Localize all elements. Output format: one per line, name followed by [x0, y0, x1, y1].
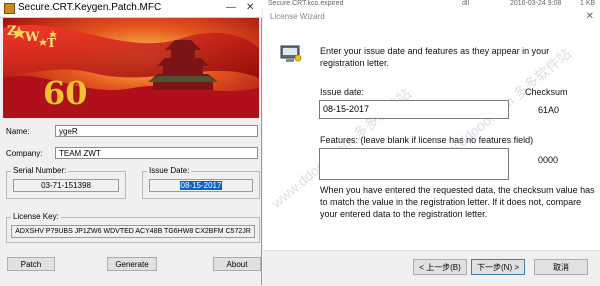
license-wizard-window: License Wizard ✕ www.ddooo.com 多多软件站 www…	[263, 8, 600, 286]
about-button[interactable]: About	[213, 257, 261, 271]
license-key-group: License Key: ADXSHV P79UBS JP1ZW6 WDVTED…	[6, 212, 260, 243]
checksum-value-features: 0000	[538, 155, 559, 165]
next-button[interactable]: 下一步(N) >	[471, 259, 525, 275]
generate-button[interactable]: Generate	[107, 257, 157, 271]
keygen-banner: Z W T 60	[3, 18, 259, 118]
issue-date-group: Issue Date: 08-15-2017	[142, 166, 260, 199]
company-label: Company:	[6, 149, 43, 158]
license-key-field[interactable]: ADXSHV P79UBS JP1ZW6 WDVTED ACY48B TG6HW…	[11, 225, 255, 238]
issue-date-field[interactable]: 08-15-2017	[149, 179, 253, 192]
banner-artwork	[3, 18, 259, 118]
computer-key-icon	[280, 45, 302, 62]
banner-logo-t: T	[47, 36, 56, 50]
wizard-titlebar[interactable]: License Wizard ✕	[263, 8, 600, 26]
app-icon	[4, 3, 15, 14]
serial-group: Serial Number: 03-71-151398	[6, 166, 126, 199]
serial-label: Serial Number:	[11, 166, 69, 175]
cancel-button[interactable]: 取消	[534, 259, 588, 275]
minimize-icon[interactable]: —	[226, 2, 236, 13]
checksum-label: Checksum	[525, 87, 568, 97]
wizard-instruction: Enter your issue date and features as th…	[320, 46, 550, 68]
patch-button[interactable]: Patch	[7, 257, 55, 271]
banner-logo-w: W	[25, 30, 40, 45]
features-input[interactable]	[319, 148, 509, 180]
name-label: Name:	[6, 127, 30, 136]
wizard-title: License Wizard	[270, 12, 325, 21]
close-icon[interactable]: ✕	[246, 2, 254, 13]
license-key-label: License Key:	[11, 212, 61, 221]
company-field[interactable]: TEAM ZWT	[55, 147, 258, 159]
banner-logo-z: Z	[7, 24, 17, 39]
issue-date-label: Issue Date:	[147, 166, 192, 175]
close-icon[interactable]: ✕	[586, 11, 594, 22]
background-file-type: dll	[462, 0, 470, 7]
keygen-window: Secure.CRT.Keygen.Patch.MFC — ✕ Z W T 60…	[0, 0, 262, 285]
background-file-size: 1 KB	[580, 0, 596, 7]
background-file-name: Secure.CRT.kco.expired	[268, 0, 344, 7]
issue-date-value: 08-15-2017	[179, 181, 223, 190]
keygen-title: Secure.CRT.Keygen.Patch.MFC	[18, 2, 162, 13]
wizard-help-text: When you have entered the requested data…	[320, 185, 595, 219]
banner-anniversary-number: 60	[43, 74, 88, 112]
features-label: Features: (leave blank if license has no…	[320, 135, 534, 145]
checksum-value-date: 61A0	[538, 105, 560, 115]
name-field[interactable]: ygeR	[55, 125, 258, 137]
back-button[interactable]: < 上一步(B)	[413, 259, 467, 275]
issue-date-input[interactable]: 08-15-2017	[319, 100, 509, 119]
keygen-titlebar[interactable]: Secure.CRT.Keygen.Patch.MFC — ✕	[0, 0, 262, 18]
serial-field[interactable]: 03-71-151398	[13, 179, 119, 192]
wizard-footer: < 上一步(B) 下一步(N) > 取消	[263, 250, 600, 286]
background-file-date: 2016-03-24 9:08	[510, 0, 562, 7]
issue-date-label: Issue date:	[320, 87, 365, 97]
